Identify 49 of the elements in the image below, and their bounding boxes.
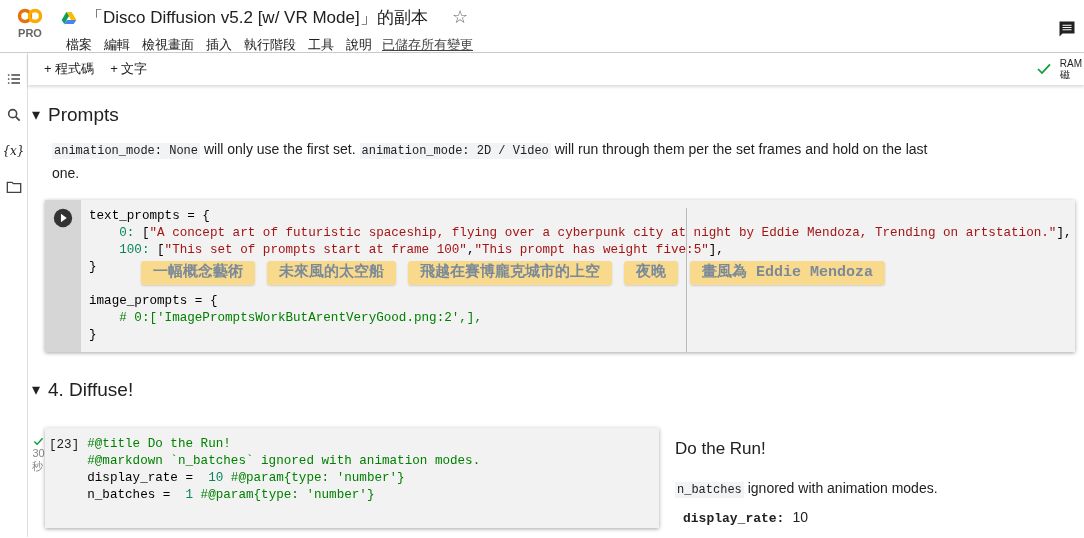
menu-item[interactable]: 檔案 [60, 35, 98, 55]
menu-item[interactable]: 插入 [200, 35, 238, 55]
resource-label[interactable]: 磁 [1059, 69, 1082, 80]
list-icon[interactable] [5, 71, 22, 87]
menu-item[interactable]: 編輯 [98, 35, 136, 55]
section-heading: 4. Diffuse! [48, 377, 134, 402]
caption-chip: 未來風的太空船 [267, 260, 396, 285]
code-line: text_prompts = { [89, 207, 210, 225]
star-icon[interactable]: ☆ [451, 4, 468, 31]
search-icon[interactable] [5, 107, 22, 123]
form-note: n_batches ignored with animation modes. [675, 478, 938, 499]
add-cell-button[interactable]: + 文字 [102, 57, 156, 81]
notebook-title[interactable]: 「Disco Diffusion v5.2 [w/ VR Mode]」的副本 [86, 4, 428, 31]
menu-item[interactable]: 檢視畫面 [136, 35, 200, 55]
add-cell-button[interactable]: + 程式碼 [36, 57, 103, 81]
variables-icon[interactable]: {x} [2, 142, 25, 160]
code-line: image_prompts = { [89, 292, 218, 310]
caption-chip: 畫風為 Eddie Mendoza [690, 260, 886, 285]
folder-icon[interactable] [5, 179, 22, 195]
comment-icon[interactable] [1058, 19, 1076, 38]
code-line: #@markdown `n_batches` ignored with animation modes. [87, 453, 481, 470]
menu-item[interactable]: 說明 [340, 35, 378, 55]
code-line: n_batches = 1 #@param{type: 'number'} [87, 487, 375, 504]
play-icon[interactable] [53, 207, 73, 228]
caret-icon[interactable]: ▾ [32, 377, 40, 402]
run-duration: 30 秒 [32, 447, 45, 474]
caption-chip: 夜晚 [624, 260, 678, 285]
caption-chip: 一幅概念藝術 [141, 260, 255, 285]
param-value[interactable]: 10 [792, 506, 808, 528]
code-line: # 0:['ImagePromptsWorkButArentVeryGood.png:2',], [118, 309, 482, 327]
menu-item[interactable]: 執行階段 [238, 35, 302, 55]
code-line: } [89, 326, 97, 344]
param-label: display_rate: [683, 509, 785, 528]
section-heading: Prompts [48, 103, 119, 127]
form-title: Do the Run! [675, 438, 767, 460]
caption-chip: 飛越在賽博龐克城市的上空 [408, 260, 612, 285]
resource-label[interactable]: RAM [1059, 58, 1082, 69]
drive-icon [60, 9, 78, 26]
code-line: #@title Do the Run! [87, 436, 231, 453]
code-line: 0: ["A concept art of futuristic spaceship, flying over a cyberpunk city at night by Eddie Mendoza, Trending on artstation."], [118, 224, 1072, 242]
save-status-link[interactable]: 已儲存所有變更 [382, 35, 473, 55]
section-description: animation_mode: None will only use the first set. animation_mode: 2D / Video will run through them per the set frames and hold on the last one. [52, 139, 929, 183]
code-line: display_rate = 10 #@param{type: 'number'} [87, 470, 405, 487]
code-line: } [89, 258, 97, 276]
execution-count: [23] [48, 437, 80, 454]
plan-label: PRO [18, 28, 42, 39]
menu-item[interactable]: 工具 [302, 35, 340, 55]
caret-icon[interactable]: ▾ [32, 103, 40, 128]
code-line: 100: ["This set of prompts start at frame 100","This prompt has weight five:5"], [118, 241, 724, 259]
